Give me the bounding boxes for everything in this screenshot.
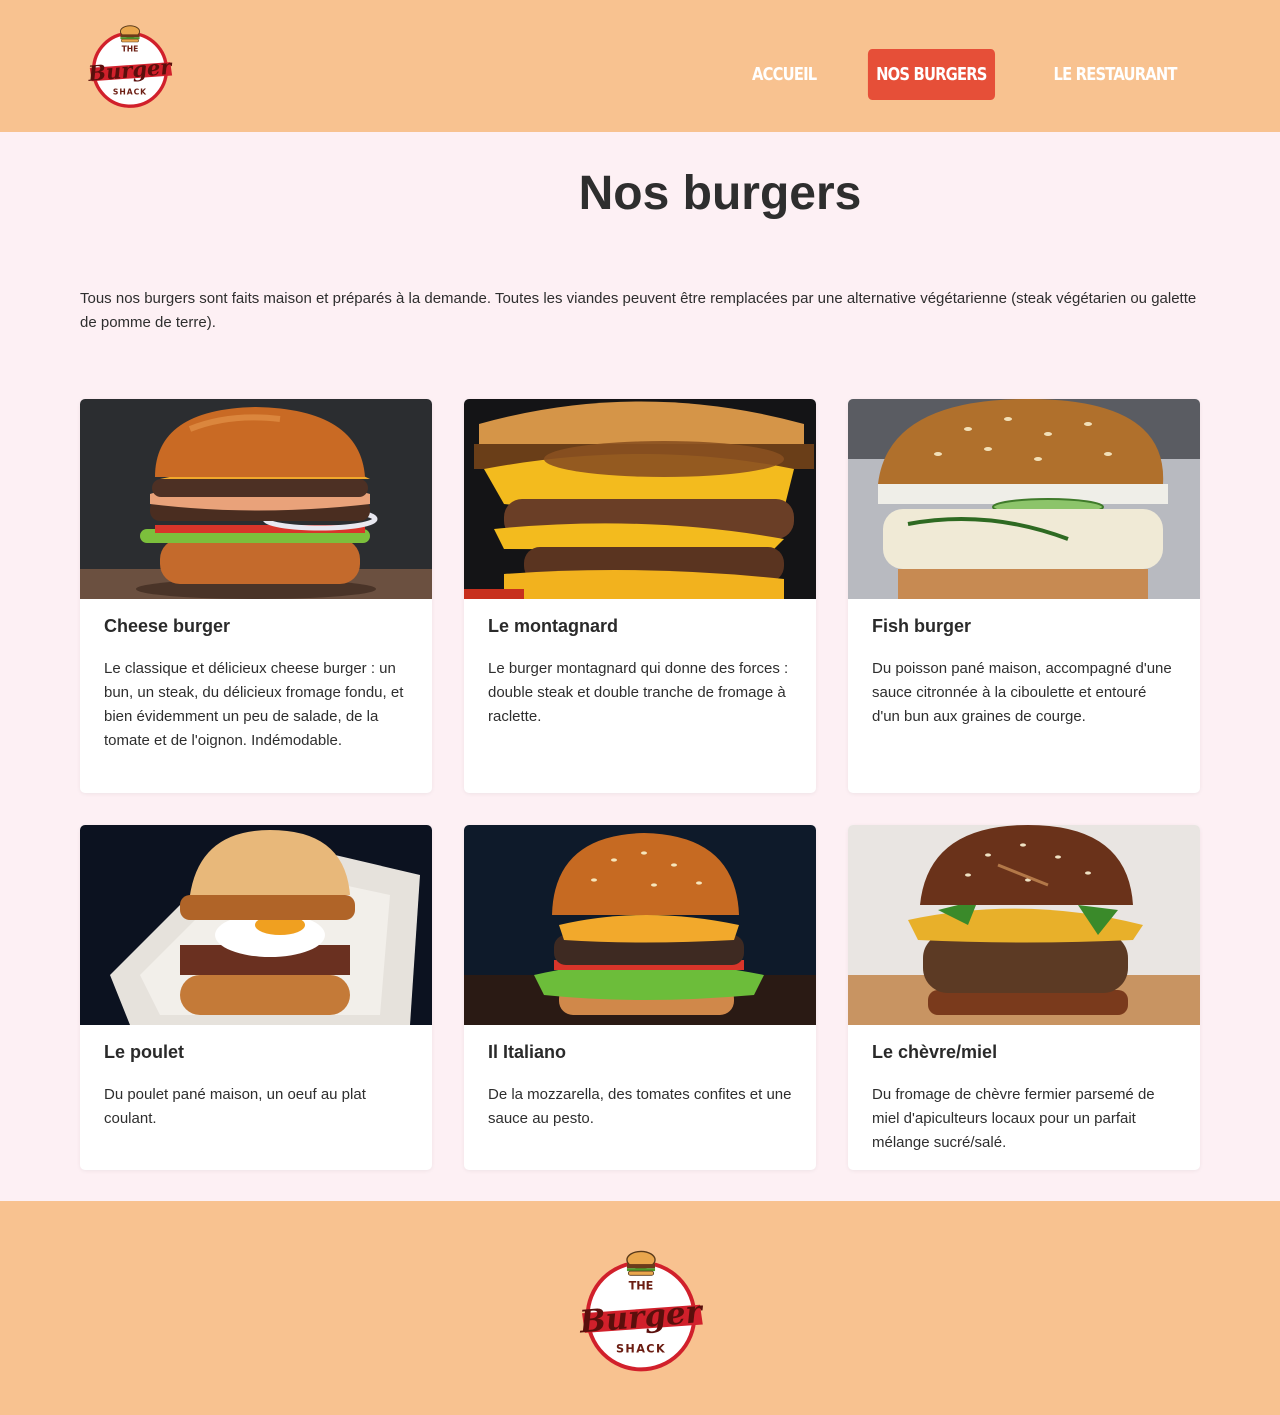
- title-wrap: Nos burgers: [80, 132, 1200, 282]
- logo-shack-text: SHACK: [113, 88, 147, 97]
- footer-logo[interactable]: THE Burger SHACK: [570, 1243, 712, 1375]
- main-nav: Accueil Nos burgers Le restaurant: [714, 49, 1200, 100]
- card-description: Du fromage de chèvre fermier parsemé de …: [872, 1086, 1155, 1151]
- logo-icon: THE Burger SHACK: [86, 25, 174, 108]
- fish-burger-photo: [848, 399, 1200, 599]
- card-title: Il Italiano: [488, 1042, 567, 1062]
- card-body: Cheese burger Le classique et délicieux …: [80, 599, 432, 769]
- montagnard-burger-photo: [464, 399, 816, 599]
- cheese-burger-photo: [80, 399, 432, 599]
- site-header: THE Burger SHACK Accueil Nos burgers Le …: [0, 0, 1280, 132]
- intro-text: Tous nos burgers sont faits maison et pr…: [80, 290, 1197, 331]
- burger-grid: Cheese burger Le classique et délicieux …: [80, 399, 1200, 1170]
- card-description: Le burger montagnard qui donne des force…: [488, 660, 789, 725]
- main-content: Nos burgers Tous nos burgers sont faits …: [0, 132, 1280, 1170]
- logo-shack-text: SHACK: [616, 1343, 666, 1356]
- burger-card[interactable]: Le montagnard Le burger montagnard qui d…: [464, 399, 816, 793]
- site-footer: THE Burger SHACK: [0, 1201, 1280, 1415]
- logo-icon: THE Burger SHACK: [577, 1250, 706, 1372]
- burger-card[interactable]: Fish burger Du poisson pané maison, acco…: [848, 399, 1200, 793]
- card-description: Le classique et délicieux cheese burger …: [104, 660, 404, 749]
- italian-burger-photo: [464, 825, 816, 1025]
- logo-the-text: THE: [629, 1279, 654, 1292]
- chicken-burger-photo: [80, 825, 432, 1025]
- burger-card[interactable]: Cheese burger Le classique et délicieux …: [80, 399, 432, 793]
- card-title: Le chèvre/miel: [872, 1042, 998, 1062]
- card-title: Fish burger: [872, 616, 972, 636]
- card-description: Du poisson pané maison, accompagné d'une…: [872, 660, 1172, 725]
- page-title: Nos burgers: [578, 167, 862, 220]
- burger-card[interactable]: Il Italiano De la mozzarella, des tomate…: [464, 825, 816, 1170]
- burger-card[interactable]: Le poulet Du poulet pané maison, un oeuf…: [80, 825, 432, 1170]
- card-body: Il Italiano De la mozzarella, des tomate…: [464, 1025, 816, 1147]
- nav-le-restaurant[interactable]: Le restaurant: [1045, 49, 1185, 100]
- card-title: Le poulet: [104, 1042, 184, 1062]
- goat-honey-burger-photo: [848, 825, 1200, 1025]
- card-body: Le chèvre/miel Du fromage de chèvre ferm…: [848, 1025, 1200, 1170]
- logo-the-text: THE: [122, 45, 139, 54]
- card-body: Le poulet Du poulet pané maison, un oeuf…: [80, 1025, 432, 1147]
- nav-accueil[interactable]: Accueil: [744, 49, 825, 100]
- burger-card[interactable]: Le chèvre/miel Du fromage de chèvre ferm…: [848, 825, 1200, 1170]
- card-title: Le montagnard: [488, 616, 619, 636]
- card-body: Fish burger Du poisson pané maison, acco…: [848, 599, 1200, 745]
- burger-shack-logo[interactable]: THE Burger SHACK: [82, 20, 178, 110]
- card-description: Du poulet pané maison, un oeuf au plat c…: [104, 1086, 366, 1127]
- card-body: Le montagnard Le burger montagnard qui d…: [464, 599, 816, 745]
- card-description: De la mozzarella, des tomates confites e…: [488, 1086, 792, 1127]
- nav-nos-burgers[interactable]: Nos burgers: [868, 49, 995, 100]
- card-title: Cheese burger: [104, 616, 231, 636]
